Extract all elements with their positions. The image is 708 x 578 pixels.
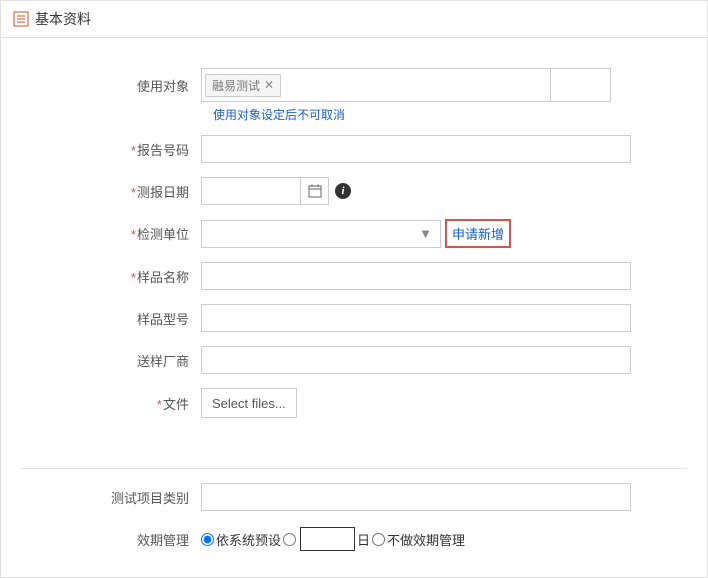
vendor-input[interactable] xyxy=(201,346,631,374)
report-no-input[interactable] xyxy=(201,135,631,163)
expiry-day-unit: 日 xyxy=(357,530,370,549)
test-category-label: 测试项目类别 xyxy=(21,488,201,507)
info-icon[interactable]: i xyxy=(335,183,351,199)
section-title: 基本资料 xyxy=(35,9,91,29)
report-date-input[interactable] xyxy=(201,177,301,205)
list-icon xyxy=(13,11,29,27)
select-files-button[interactable]: Select files... xyxy=(201,388,297,418)
file-label: 文件 xyxy=(163,397,189,412)
vendor-label: 送样厂商 xyxy=(21,351,201,370)
expiry-default-text: 依系统预设 xyxy=(216,530,281,549)
sample-model-label: 样品型号 xyxy=(21,309,201,328)
report-no-label: 报告号码 xyxy=(137,143,189,158)
usage-target-label: 使用对象 xyxy=(21,76,201,95)
detect-unit-dropdown[interactable]: ▼ xyxy=(201,220,441,248)
expiry-default-radio[interactable] xyxy=(201,533,214,546)
expiry-days-input[interactable] xyxy=(300,527,355,551)
calendar-icon xyxy=(308,184,322,198)
expiry-none-radio[interactable] xyxy=(372,533,385,546)
expiry-days-radio[interactable] xyxy=(283,533,296,546)
expiry-none-option[interactable]: 不做效期管理 xyxy=(372,530,465,549)
section-header: 基本资料 xyxy=(1,1,707,38)
usage-target-hint: 使用对象设定后不可取消 xyxy=(213,108,345,122)
expiry-none-text: 不做效期管理 xyxy=(387,530,465,549)
sample-model-input[interactable] xyxy=(201,304,631,332)
usage-target-tag-text: 融易测试 xyxy=(212,77,260,94)
expiry-default-option[interactable]: 依系统预设 xyxy=(201,530,281,549)
divider xyxy=(21,468,687,469)
expiry-label: 效期管理 xyxy=(21,530,201,549)
remove-tag-icon[interactable]: ✕ xyxy=(264,78,274,92)
sample-name-label: 样品名称 xyxy=(137,270,189,285)
apply-new-highlight: 申请新增 xyxy=(445,219,511,248)
test-category-input[interactable] xyxy=(201,483,631,511)
calendar-button[interactable] xyxy=(301,177,329,205)
chevron-down-icon: ▼ xyxy=(419,226,432,241)
report-date-label: 测报日期 xyxy=(137,185,189,200)
usage-target-input[interactable]: 融易测试 ✕ xyxy=(201,68,551,102)
usage-target-extra[interactable] xyxy=(551,68,611,102)
apply-new-link[interactable]: 申请新增 xyxy=(452,227,504,242)
usage-target-tag: 融易测试 ✕ xyxy=(205,74,281,97)
detect-unit-label: 检测单位 xyxy=(137,227,189,242)
sample-name-input[interactable] xyxy=(201,262,631,290)
expiry-days-option[interactable]: 日 xyxy=(283,527,370,551)
